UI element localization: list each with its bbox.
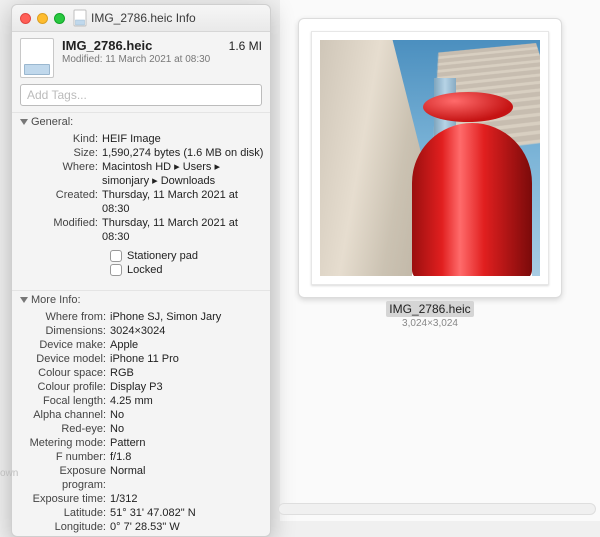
label-devicemodel: Device model: (18, 352, 110, 366)
value-fnumber: f/1.8 (110, 450, 266, 464)
value-devicemake: Apple (110, 338, 266, 352)
label-kind: Kind: (18, 132, 102, 146)
value-metering: Pattern (110, 436, 266, 450)
close-icon[interactable] (20, 13, 31, 24)
value-dimensions: 3024×3024 (110, 324, 266, 338)
value-colourprofile: Display P3 (110, 380, 266, 394)
thumbnail-image (320, 40, 540, 276)
label-created: Created: (18, 188, 102, 202)
titlebar[interactable]: IMG_2786.heic Info (12, 5, 270, 32)
moreinfo-block: Where from:iPhone SJ, Simon Jary Dimensi… (12, 308, 270, 536)
label-longitude: Longitude: (18, 520, 110, 534)
label-metering: Metering mode: (18, 436, 110, 450)
value-colourspace: RGB (110, 366, 266, 380)
window-controls (20, 13, 65, 24)
value-size: 1,590,274 bytes (1.6 MB on disk) (102, 146, 266, 160)
label-devicemake: Device make: (18, 338, 110, 352)
value-where: Macintosh HD ▸ Users ▸ simonjary ▸ Downl… (102, 160, 266, 188)
value-focallength: 4.25 mm (110, 394, 266, 408)
file-size-short: 1.6 MI (229, 39, 262, 53)
value-created: Thursday, 11 March 2021 at 08:30 (102, 188, 266, 216)
label-wherefrom: Where from: (18, 310, 110, 324)
chevron-down-icon (20, 297, 28, 303)
label-dimensions: Dimensions: (18, 324, 110, 338)
value-exposureprog: Normal (110, 464, 266, 478)
locked-label: Locked (127, 264, 162, 276)
value-redeye: No (110, 422, 266, 436)
section-moreinfo-label: More Info: (31, 294, 81, 306)
locked-checkbox[interactable] (110, 264, 122, 276)
thumbnail-dimensions: 3,024×3,024 (298, 318, 562, 329)
section-general[interactable]: General: (12, 112, 270, 130)
section-general-label: General: (31, 116, 73, 128)
section-moreinfo[interactable]: More Info: (12, 290, 270, 308)
label-exposuretime: Exposure time: (18, 492, 110, 506)
heic-badge: HEIC (21, 69, 53, 76)
value-modified: Thursday, 11 March 2021 at 08:30 (102, 216, 266, 244)
label-redeye: Red-eye: (18, 422, 110, 436)
value-kind: HEIF Image (102, 132, 266, 146)
label-modified: Modified: (18, 216, 102, 230)
value-exposuretime: 1/312 (110, 492, 266, 506)
zoom-icon[interactable] (54, 13, 65, 24)
stationery-label: Stationery pad (127, 250, 198, 262)
value-longitude: 0° 7' 28.53" W (110, 520, 266, 534)
label-colourspace: Colour space: (18, 366, 110, 380)
label-fnumber: F number: (18, 450, 110, 464)
stationery-checkbox[interactable] (110, 250, 122, 262)
label-alpha: Alpha channel: (18, 408, 110, 422)
value-wherefrom: iPhone SJ, Simon Jary (110, 310, 266, 324)
offscreen-text: own (0, 468, 18, 479)
thumbnail-preview[interactable] (298, 18, 562, 298)
window-title: IMG_2786.heic Info (91, 11, 196, 25)
horizontal-scrollbar[interactable] (278, 503, 596, 515)
label-latitude: Latitude: (18, 506, 110, 520)
label-exposureprog: Exposure program: (18, 464, 110, 492)
label-focallength: Focal length: (18, 394, 110, 408)
file-name: IMG_2786.heic (62, 38, 152, 53)
tags-input[interactable]: Add Tags... (20, 84, 262, 106)
value-devicemodel: iPhone 11 Pro (110, 352, 266, 366)
minimize-icon[interactable] (37, 13, 48, 24)
modified-subtitle: Modified: 11 March 2021 at 08:30 (62, 54, 262, 65)
get-info-window: IMG_2786.heic Info HEIC IMG_2786.heic 1.… (11, 4, 271, 537)
value-latitude: 51° 31' 47.082" N (110, 506, 266, 520)
label-where: Where: (18, 160, 102, 174)
thumbnail-frame (311, 31, 549, 285)
large-file-icon: HEIC (20, 38, 54, 78)
thumbnail-caption[interactable]: IMG_2786.heic 3,024×3,024 (298, 302, 562, 329)
label-size: Size: (18, 146, 102, 160)
general-block: Kind:HEIF Image Size:1,590,274 bytes (1.… (12, 130, 270, 290)
thumbnail-filename[interactable]: IMG_2786.heic (386, 301, 473, 317)
value-alpha: No (110, 408, 266, 422)
file-icon (73, 9, 87, 27)
label-colourprofile: Colour profile: (18, 380, 110, 394)
chevron-down-icon (20, 119, 28, 125)
file-header: HEIC IMG_2786.heic 1.6 MI Modified: 11 M… (12, 32, 270, 80)
